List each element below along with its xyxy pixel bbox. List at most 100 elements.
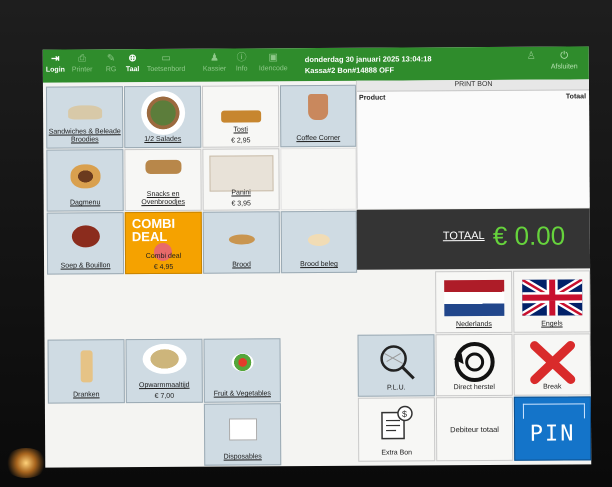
button-label: Extra Bon	[381, 449, 413, 457]
salad-image	[140, 90, 185, 136]
printer-button[interactable]: ⎙ Printer	[72, 53, 93, 74]
tile-disposables[interactable]: Disposables	[203, 403, 282, 466]
wrench-icon: ✎	[106, 53, 116, 65]
container-image	[228, 418, 257, 441]
tile-brood-beleg[interactable]: Brood beleg	[280, 210, 358, 274]
tile-label: Panini	[231, 189, 251, 197]
card-slot-icon	[522, 403, 585, 419]
keyboard-icon: ▭	[161, 52, 171, 64]
datetime-text: donderdag 30 januari 2025 13:04:18	[304, 54, 432, 65]
plu-button[interactable]: P.L.U.	[357, 334, 435, 397]
top-toolbar: ⇥ Login ⎙ Printer ✎ RG ⊕ Taal ▭ Toetsenbord ♟…	[42, 46, 589, 83]
keyboard-button[interactable]: ▭ Toetsenbord	[147, 53, 186, 74]
svg-text:$: $	[401, 409, 406, 419]
login-button[interactable]: ⇥ Login	[46, 54, 65, 75]
tile-opwarm[interactable]: Opwarmmaaltijd € 7,00	[125, 338, 203, 404]
direct-restore-button[interactable]: Direct herstel	[435, 333, 513, 397]
tile-combi-deal[interactable]: COMBI DEAL Combi deal € 4,95	[124, 211, 203, 275]
tile-price: € 3,95	[231, 200, 251, 208]
tile-dranken[interactable]: Dranken	[47, 339, 125, 404]
debtor-total-button[interactable]: Debiteur totaal	[435, 396, 514, 462]
tile-label: Disposables	[223, 453, 262, 461]
uk-flag-icon	[522, 279, 583, 316]
product-column-header: Product	[359, 94, 386, 102]
tile-dagmenu[interactable]: Dagmenu	[46, 149, 124, 212]
session-info: donderdag 30 januari 2025 13:04:18 Kassa…	[305, 53, 432, 76]
total-label: TOTAAL	[442, 229, 485, 243]
button-label: Engels	[541, 320, 563, 328]
tile-label: Dagmenu	[69, 199, 101, 207]
printer-icon: ⎙	[78, 53, 87, 65]
tile-label: Opwarmmaaltijd	[138, 381, 190, 390]
tile-salades[interactable]: 1/2 Salades	[123, 85, 202, 149]
sandwich-image	[67, 105, 102, 120]
light-glare	[4, 448, 48, 478]
tile-empty-1	[280, 147, 357, 211]
language-english-button[interactable]: Engels	[513, 270, 591, 333]
total-amount: € 0.00	[492, 220, 566, 251]
users-icon-button[interactable]: ♙	[527, 51, 536, 64]
bottle-image	[80, 350, 93, 383]
button-label: Debiteur totaal	[450, 424, 499, 435]
fruit-image	[231, 353, 254, 372]
language-dutch-button[interactable]: Nederlands	[435, 270, 513, 334]
tile-soep[interactable]: Soep & Bouillon	[46, 212, 125, 275]
tile-price: € 7,00	[154, 392, 175, 400]
meal-image	[142, 343, 187, 375]
tile-label: Coffee Corner	[296, 134, 341, 143]
button-label: Direct herstel	[453, 383, 495, 392]
idencode-button[interactable]: ▣ Idencode	[259, 52, 288, 73]
tile-label: Brood	[232, 261, 251, 269]
cashier-button[interactable]: ♟ Kassier	[203, 53, 226, 74]
receipt-panel: PRINT BON Product Totaal	[355, 79, 591, 209]
tile-panini[interactable]: Panini € 3,95	[202, 148, 280, 211]
button-label: Break	[543, 383, 562, 391]
tile-price: € 4,95	[153, 263, 174, 271]
users-icon: ♙	[526, 50, 536, 62]
rg-button[interactable]: ✎ RG	[106, 53, 117, 74]
burger-image	[69, 164, 101, 189]
tile-coffee[interactable]: Coffee Corner	[279, 84, 357, 148]
power-icon: ⏻	[560, 50, 569, 62]
language-button[interactable]: ⊕ Taal	[126, 53, 140, 74]
tile-label: 1/2 Salades	[144, 135, 182, 144]
print-receipt-button[interactable]: PRINT BON	[356, 79, 590, 92]
tile-label: Fruit & Vegetables	[213, 390, 271, 398]
total-column-header: Totaal	[565, 93, 587, 101]
receipt-dollar-icon: $	[380, 405, 413, 440]
tile-label: Brood beleg	[300, 260, 338, 269]
break-button[interactable]: Break	[513, 333, 591, 396]
tile-label: Dranken	[73, 391, 100, 399]
tosti-image	[220, 110, 261, 123]
login-icon: ⇥	[51, 53, 60, 65]
tile-snacks[interactable]: Snacks en Ovenbroodjes	[124, 148, 202, 212]
snacks-image	[144, 159, 181, 175]
globe-icon: ⊕	[128, 53, 137, 65]
id-card-icon: ▣	[268, 52, 278, 64]
shutdown-button[interactable]: ⏻ Afsluiten	[551, 50, 578, 71]
pos-screen: ⇥ Login ⎙ Printer ✎ RG ⊕ Taal ▭ Toetsenbord ♟…	[42, 46, 592, 468]
magnifier-icon	[379, 345, 415, 380]
tile-brood[interactable]: Brood	[202, 211, 281, 274]
tile-tosti[interactable]: Tosti € 2,95	[201, 85, 280, 148]
register-status-text: Kassa#2 Bon#14888 OFF	[304, 65, 395, 76]
info-button[interactable]: ⓘ Info	[236, 52, 248, 73]
croissant-image	[228, 234, 255, 245]
tile-price: € 2,95	[231, 137, 251, 145]
tile-label: Snacks en Ovenbroodjes	[141, 190, 185, 207]
undo-circle-icon	[453, 342, 495, 383]
tile-label: Soep & Bouillon	[60, 262, 111, 270]
extra-bon-button[interactable]: $ Extra Bon	[357, 397, 436, 462]
coffee-cup-image	[308, 93, 329, 121]
tile-sandwiches[interactable]: Sandwiches & Beleade Broodies	[45, 86, 124, 149]
pin-payment-button[interactable]: PIN	[513, 396, 592, 461]
panini-box-image	[208, 155, 274, 192]
tile-label: Combi deal	[145, 252, 182, 261]
netherlands-flag-icon	[444, 279, 505, 317]
info-icon: ⓘ	[236, 52, 247, 64]
person-icon: ♟	[209, 52, 219, 64]
soup-image	[71, 225, 100, 248]
tile-fruit[interactable]: Fruit & Vegetables	[203, 338, 281, 403]
combi-banner-text: COMBI DEAL	[131, 215, 176, 245]
tile-label: Sandwiches & Beleade Broodies	[48, 128, 121, 144]
